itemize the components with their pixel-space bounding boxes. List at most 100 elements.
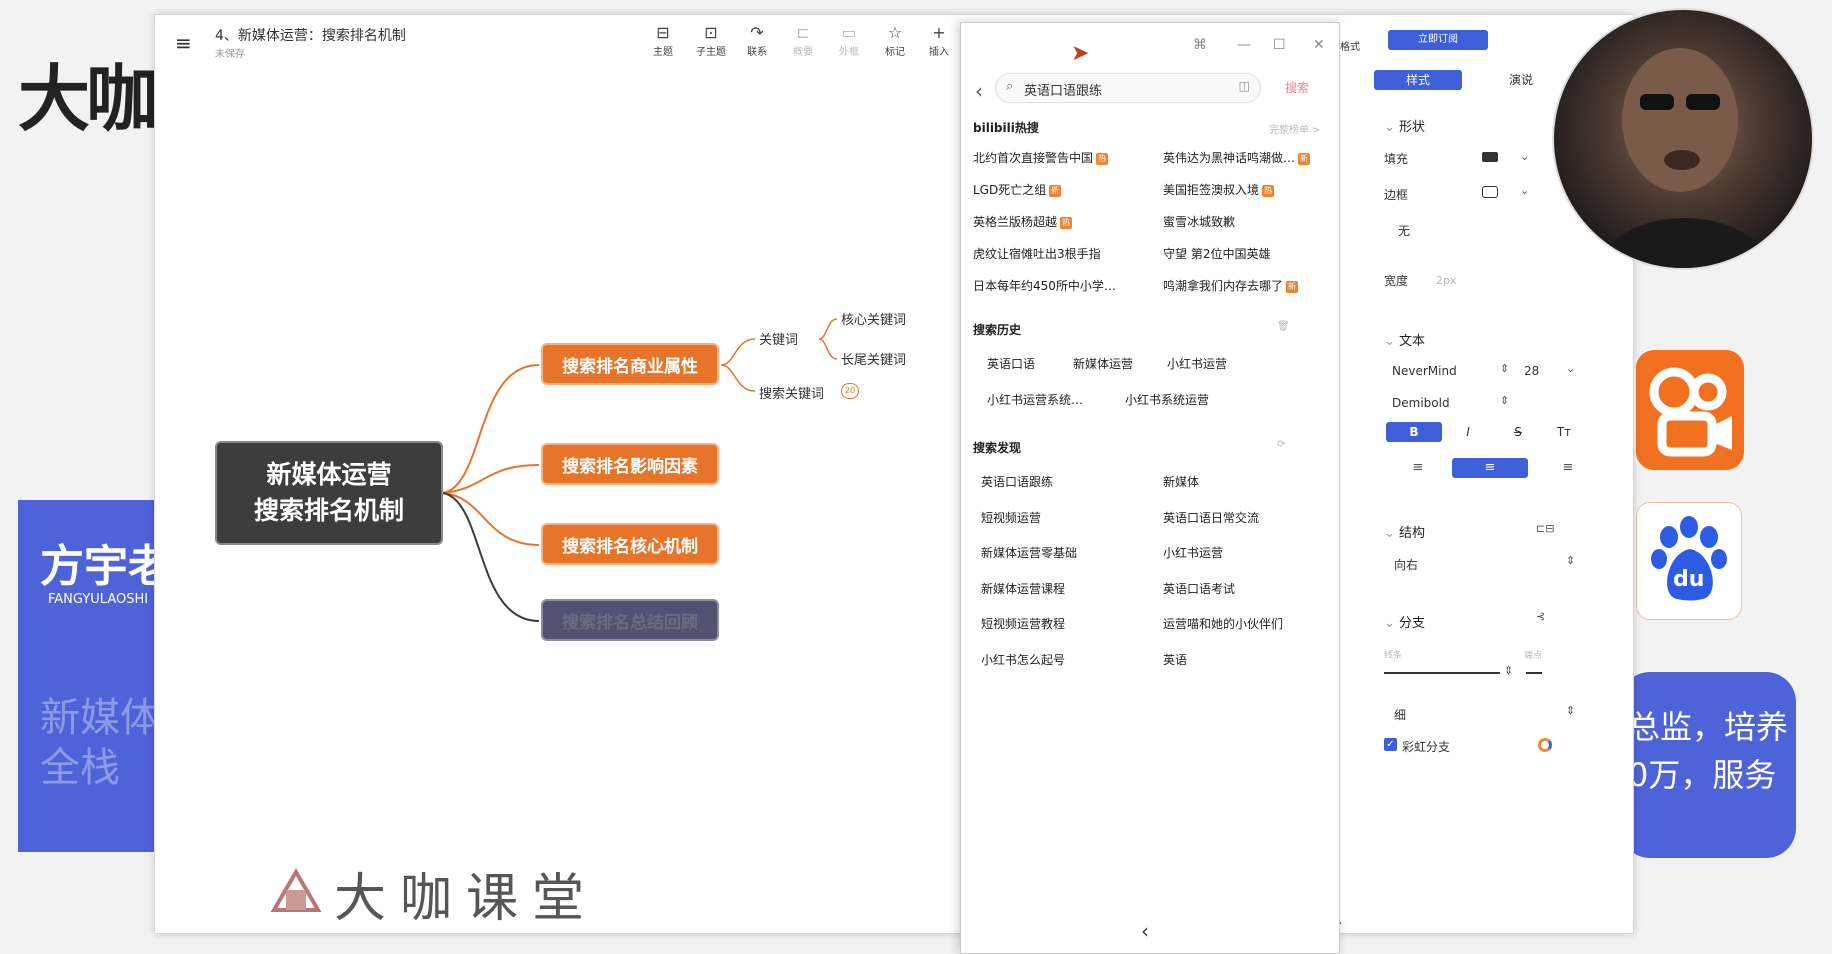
structure-icon[interactable]: ⊏⊟ [1536, 522, 1554, 535]
minimize-icon[interactable]: — [1237, 37, 1251, 53]
hot-item-text: 虎纹让宿傩吐出3根手指 [973, 247, 1101, 261]
updown-icon[interactable]: ⇕ [1500, 394, 1509, 407]
format-label[interactable]: 格式 [1340, 38, 1360, 53]
branch-icon[interactable]: ⊰ [1536, 610, 1545, 623]
thickness-value[interactable]: 细 [1394, 706, 1406, 723]
collapsed-count-badge[interactable]: 20 [841, 383, 859, 399]
branch-section-title[interactable]: 分支 [1384, 612, 1425, 631]
subscribe-button[interactable]: 立即订阅 [1388, 30, 1488, 50]
baidu-du-text: du [1673, 567, 1705, 592]
search-icon: ⌕ [1006, 79, 1014, 94]
hot-badge: 热 [1262, 184, 1275, 197]
promo-right-line-2: 0万，服务 [1628, 756, 1777, 794]
collapse-arrow-icon[interactable]: ‹ [1141, 919, 1149, 943]
structure-section-title[interactable]: 结构 [1384, 522, 1425, 541]
hot-item[interactable]: 鸣潮拿我们内存去哪了新 [1163, 277, 1299, 294]
subtopic-keyword[interactable]: 关键词 [759, 329, 798, 348]
clear-history-icon[interactable]: 🗑 [1277, 321, 1290, 332]
main-topic-4[interactable]: 搜索排名总结回顾 [541, 599, 719, 641]
full-ranking-link[interactable]: 完整榜单 > [1269, 121, 1321, 136]
line-label: 线条 [1384, 651, 1403, 661]
hot-item[interactable]: 北约首次直接警告中国热 [973, 149, 1109, 166]
discover-item[interactable]: 小红书怎么起号 [981, 651, 1065, 668]
tab-style[interactable]: 样式 [1374, 70, 1462, 90]
endpoint-preview[interactable] [1526, 672, 1542, 674]
align-center-button[interactable]: ≡ [1452, 458, 1528, 478]
discover-item[interactable]: 新媒体运营零基础 [981, 544, 1077, 561]
hot-item[interactable]: 蜜雪冰城致歉 [1163, 213, 1235, 230]
back-arrow-icon[interactable]: ‹ [975, 79, 983, 103]
subtopic-long-tail-keyword[interactable]: 长尾关键词 [841, 349, 906, 368]
discover-item[interactable]: 新媒体运营课程 [981, 580, 1065, 597]
italic-button[interactable]: I [1440, 422, 1496, 442]
border-swatch[interactable] [1482, 186, 1498, 198]
history-item[interactable]: 新媒体运营 [1073, 355, 1133, 372]
hot-item[interactable]: LGD死亡之组新 [973, 181, 1062, 198]
subtopic-search-keyword[interactable]: 搜索关键词 [759, 383, 824, 402]
close-icon[interactable]: ✕ [1313, 37, 1325, 53]
history-item[interactable]: 英语口语 [987, 355, 1035, 372]
fill-swatch[interactable] [1482, 152, 1498, 162]
hot-badge: 新 [1049, 184, 1062, 197]
discover-item[interactable]: 小红书运营 [1163, 544, 1223, 561]
text-case-button[interactable]: Tт [1536, 422, 1592, 442]
width-value[interactable]: 2px [1436, 274, 1457, 287]
updown-icon[interactable]: ⇕ [1566, 554, 1575, 567]
align-left-button[interactable]: ≡ [1380, 458, 1456, 478]
refresh-icon[interactable]: ⟳ [1277, 439, 1285, 450]
discover-item[interactable]: 英语口语日常交流 [1163, 509, 1259, 526]
hot-item[interactable]: 英伟达为黑神话鸣潮做… 新 [1163, 149, 1311, 166]
maximize-icon[interactable]: ☐ [1273, 37, 1286, 53]
chevron-down-icon[interactable]: ⌄ [1566, 362, 1575, 375]
history-item[interactable]: 小红书运营系统… [987, 391, 1083, 408]
border-style-value[interactable]: 无 [1398, 222, 1410, 239]
bold-button[interactable]: B [1386, 422, 1442, 442]
updown-icon[interactable]: ⇕ [1504, 664, 1513, 677]
discover-item[interactable]: 短视频运营 [981, 509, 1041, 526]
text-section-title[interactable]: 文本 [1384, 330, 1425, 349]
tab-present[interactable]: 演说 [1486, 70, 1556, 90]
main-topic-1[interactable]: 搜索排名商业属性 [541, 343, 719, 385]
promo-pinyin: FANGYULAOSHI [48, 592, 149, 607]
discover-item[interactable]: 运营喵和她的小伙伴们 [1163, 615, 1283, 632]
search-button[interactable]: 搜索 [1285, 79, 1309, 96]
discover-item[interactable]: 新媒体 [1163, 473, 1199, 490]
shape-section-title[interactable]: 形状 [1384, 116, 1425, 135]
bilibili-search-input[interactable]: ⌕ 英语口语跟练 ◫ [995, 73, 1261, 103]
discover-item[interactable]: 英语 [1163, 651, 1187, 668]
font-family-select[interactable]: NeverMind [1392, 364, 1457, 378]
search-input-value: 英语口语跟练 [1024, 84, 1103, 99]
discover-item[interactable]: 英语口语考试 [1163, 580, 1235, 597]
history-item[interactable]: 小红书系统运营 [1125, 391, 1209, 408]
rainbow-color-icon[interactable] [1538, 738, 1552, 752]
updown-icon[interactable]: ⇕ [1566, 704, 1575, 717]
hot-item[interactable]: 日本每年约450所中小学… [973, 277, 1116, 294]
line-style-preview[interactable] [1384, 672, 1500, 674]
chevron-down-icon[interactable]: ⌄ [1520, 150, 1529, 163]
watermark-text: 大咖课堂 [334, 869, 599, 929]
root-topic[interactable]: 新媒体运营 搜索排名机制 [215, 441, 443, 545]
main-topic-3[interactable]: 搜索排名核心机制 [541, 523, 719, 565]
subtopic-core-keyword[interactable]: 核心关键词 [841, 309, 906, 328]
hot-item[interactable]: 英格兰版杨超越热 [973, 213, 1073, 230]
font-size-select[interactable]: 28 [1524, 364, 1539, 378]
hot-item[interactable]: 虎纹让宿傩吐出3根手指 [973, 245, 1101, 262]
pin-icon[interactable]: ⌘ [1193, 37, 1207, 53]
hot-item[interactable]: 守望 第2位中国英雄 [1163, 245, 1270, 262]
hot-item[interactable]: 美国拒签澳叔入境热 [1163, 181, 1275, 198]
align-right-button[interactable]: ≡ [1530, 458, 1606, 478]
camera-icon[interactable]: ◫ [1239, 79, 1250, 93]
structure-value[interactable]: 向右 [1394, 556, 1418, 573]
history-item[interactable]: 小红书运营 [1167, 355, 1227, 372]
discover-item[interactable]: 短视频运营教程 [981, 615, 1065, 632]
chevron-down-icon[interactable]: ⌄ [1520, 184, 1529, 197]
promo-banner-left: 方宇老 FANGYULAOSHI 新媒体 全栈 [18, 500, 172, 852]
main-topic-2[interactable]: 搜索排名影响因素 [541, 443, 719, 485]
updown-icon[interactable]: ⇕ [1500, 362, 1509, 375]
endpoint-label: 端点 [1524, 651, 1543, 661]
discover-item[interactable]: 英语口语跟练 [981, 473, 1053, 490]
rainbow-branch-checkbox[interactable]: ✓ [1384, 738, 1397, 751]
font-weight-select[interactable]: Demibold [1392, 396, 1450, 410]
hot-badge: 新 [1286, 280, 1299, 293]
hot-item-text: 日本每年约450所中小学… [973, 279, 1116, 293]
